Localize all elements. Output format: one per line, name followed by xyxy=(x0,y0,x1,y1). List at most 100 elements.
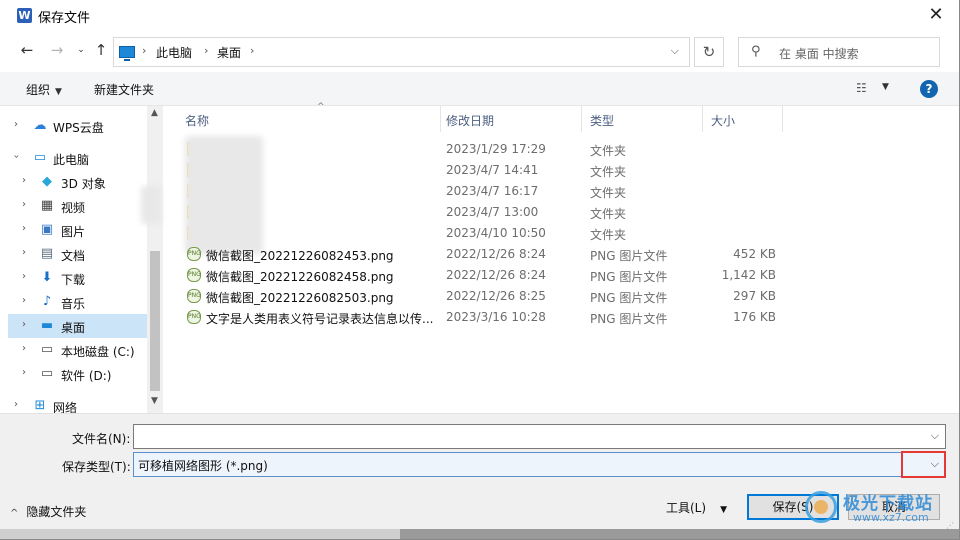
file-row[interactable]: r 2023/1/29 17:29 文件夹 xyxy=(163,139,950,160)
nav-label: 软件 (D:) xyxy=(61,369,112,383)
column-header-name[interactable]: 名称 ^ xyxy=(177,102,441,132)
nav-item-music[interactable]: › ♪ 音乐 xyxy=(8,290,147,314)
caret-down-icon[interactable]: ▼ xyxy=(882,82,889,92)
file-row[interactable]: PNG 微信截图_20221226082503.png 2022/12/26 8… xyxy=(163,286,950,307)
breadcrumb-desktop[interactable]: 桌面 xyxy=(217,44,241,61)
pc-icon: ▭ xyxy=(33,150,47,165)
organize-menu[interactable]: 组织 ▼ xyxy=(26,81,62,98)
picture-icon: ▣ xyxy=(40,222,54,237)
breadcrumb-this-pc[interactable]: 此电脑 xyxy=(156,44,192,61)
png-file-icon: PNG xyxy=(187,247,201,261)
breadcrumb-separator[interactable]: › xyxy=(250,44,254,57)
search-input[interactable]: ⚲ 在 桌面 中搜索 xyxy=(738,37,940,67)
expand-chevron-icon[interactable]: › xyxy=(14,399,18,410)
file-row[interactable]: 2023/4/10 10:50 文件夹 xyxy=(163,223,950,244)
expand-chevron-icon[interactable]: › xyxy=(22,295,26,306)
site-watermark: 极光下载站 www.xz7.com xyxy=(805,487,955,527)
expand-chevron-icon[interactable]: › xyxy=(22,247,26,258)
nav-item-documents[interactable]: › ▤ 文档 xyxy=(8,242,147,266)
view-options-icon[interactable]: ☷ xyxy=(856,81,874,95)
nav-item-this-pc[interactable]: › ▭ 此电脑 xyxy=(8,146,147,170)
expand-chevron-icon[interactable]: › xyxy=(22,343,26,354)
expand-chevron-icon[interactable]: › xyxy=(22,175,26,186)
file-size: 297 KB xyxy=(733,289,776,303)
nav-label: 下载 xyxy=(61,273,86,287)
expand-chevron-icon[interactable]: › xyxy=(22,367,26,378)
column-label: 类型 xyxy=(590,114,615,128)
nav-item-pictures[interactable]: › ▣ 图片 xyxy=(8,218,147,242)
column-divider[interactable] xyxy=(782,106,783,132)
hide-folders-toggle[interactable]: ^ 隐藏文件夹 xyxy=(10,503,86,520)
refresh-button[interactable]: ↻ xyxy=(694,37,724,67)
scroll-thumb[interactable] xyxy=(150,251,160,391)
network-icon: ⊞ xyxy=(34,398,46,413)
download-icon: ⬇ xyxy=(41,270,53,285)
expand-chevron-icon[interactable]: › xyxy=(22,271,26,282)
address-dropdown-icon[interactable]: ⌵ xyxy=(671,44,679,58)
music-icon: ♪ xyxy=(42,294,52,309)
file-row[interactable]: 2023/4/7 14:41 文件夹 xyxy=(163,160,950,181)
file-date: 2023/4/7 16:17 xyxy=(446,184,539,198)
nav-item-drive-d[interactable]: › ▭ 软件 (D:) xyxy=(8,362,147,386)
file-type: 文件夹 xyxy=(590,207,627,221)
address-bar[interactable]: › 此电脑 › 桌面 › ⌵ xyxy=(113,37,690,67)
expand-chevron-icon[interactable]: › xyxy=(22,223,26,234)
nav-label: 桌面 xyxy=(61,321,86,335)
column-header-date[interactable]: 修改日期 xyxy=(438,106,582,132)
help-icon[interactable]: ? xyxy=(920,80,938,98)
scroll-down-icon[interactable]: ▼ xyxy=(151,396,158,406)
nav-item-drive-c[interactable]: › ▭ 本地磁盘 (C:) xyxy=(8,338,147,362)
nav-item-videos[interactable]: › ▦ 视频 xyxy=(8,194,147,218)
filetype-select[interactable]: 可移植网络图形 (*.png) ⌵ xyxy=(133,452,946,477)
file-list: 名称 ^ 修改日期 类型 大小 r 2023/1/29 17:29 文件夹 20 xyxy=(141,102,950,413)
file-name: 微信截图_20221226082458.png xyxy=(206,270,394,284)
nav-label: 本地磁盘 (C:) xyxy=(61,345,135,359)
desktop-icon: ▬ xyxy=(40,318,54,333)
expand-chevron-icon[interactable]: › xyxy=(22,199,26,210)
chevron-down-icon[interactable]: ⌵ xyxy=(931,429,939,443)
back-arrow-icon[interactable]: ← xyxy=(18,41,36,59)
nav-item-wps-cloud[interactable]: › ☁ WPS云盘 xyxy=(8,114,147,138)
column-header-type[interactable]: 类型 xyxy=(582,106,703,132)
nav-item-desktop[interactable]: › ▬ 桌面 xyxy=(8,314,147,338)
expand-chevron-icon[interactable]: › xyxy=(14,119,18,130)
nav-label: WPS云盘 xyxy=(53,121,104,135)
up-arrow-icon[interactable]: ↑ xyxy=(92,41,110,59)
nav-label: 视频 xyxy=(61,201,86,215)
expand-chevron-icon[interactable]: › xyxy=(22,319,26,330)
breadcrumb-separator[interactable]: › xyxy=(142,44,146,57)
new-folder-button[interactable]: 新建文件夹 xyxy=(94,81,154,98)
nav-scrollbar[interactable]: ▲ ▼ xyxy=(147,106,163,413)
nav-item-3d-objects[interactable]: › ◆ 3D 对象 xyxy=(8,170,147,194)
file-row[interactable]: PNG 文字是人类用表义符号记录表达信息以传... 2023/3/16 10:2… xyxy=(163,307,950,328)
file-date: 2023/4/7 14:41 xyxy=(446,163,539,177)
close-button[interactable]: ✕ xyxy=(924,4,948,26)
highlight-box xyxy=(901,451,946,478)
file-name: 微信截图_20221226082503.png xyxy=(206,291,394,305)
command-toolbar: 组织 ▼ 新建文件夹 ☷ ▼ ? xyxy=(0,72,960,106)
file-type: PNG 图片文件 xyxy=(590,270,668,284)
nav-item-downloads[interactable]: › ⬇ 下载 xyxy=(8,266,147,290)
png-file-icon: PNG xyxy=(187,268,201,282)
forward-arrow-icon[interactable]: → xyxy=(48,41,66,59)
file-type: PNG 图片文件 xyxy=(590,249,668,263)
cube-icon: ◆ xyxy=(42,174,52,189)
file-row[interactable]: PNG 微信截图_20221226082453.png 2022/12/26 8… xyxy=(163,244,950,265)
file-row[interactable]: PNG 微信截图_20221226082458.png 2022/12/26 8… xyxy=(163,265,950,286)
nav-label: 3D 对象 xyxy=(61,177,106,191)
file-date: 2023/1/29 17:29 xyxy=(446,142,546,156)
file-row[interactable]: 2023/4/7 16:17 文件夹 xyxy=(163,181,950,202)
title-bar: W 保存文件 ✕ xyxy=(0,0,960,31)
file-type: PNG 图片文件 xyxy=(590,291,668,305)
breadcrumb-separator[interactable]: › xyxy=(204,44,208,57)
address-row: ← → ⌄ ↑ › 此电脑 › 桌面 › ⌵ ↻ ⚲ 在 桌面 中搜索 xyxy=(0,31,960,71)
scroll-up-icon[interactable]: ▲ xyxy=(151,108,158,118)
recent-locations-chevron-icon[interactable]: ⌄ xyxy=(72,41,90,59)
column-header-size[interactable]: 大小 xyxy=(703,106,783,132)
collapse-chevron-icon[interactable]: › xyxy=(11,155,22,159)
filename-field[interactable]: ⌵ xyxy=(133,424,946,449)
tools-menu[interactable]: 工具(L) ▼ xyxy=(666,499,727,516)
file-date: 2023/4/10 10:50 xyxy=(446,226,546,240)
file-row[interactable]: 2023/4/7 13:00 文件夹 xyxy=(163,202,950,223)
drive-c-icon: ▭ xyxy=(40,342,54,357)
